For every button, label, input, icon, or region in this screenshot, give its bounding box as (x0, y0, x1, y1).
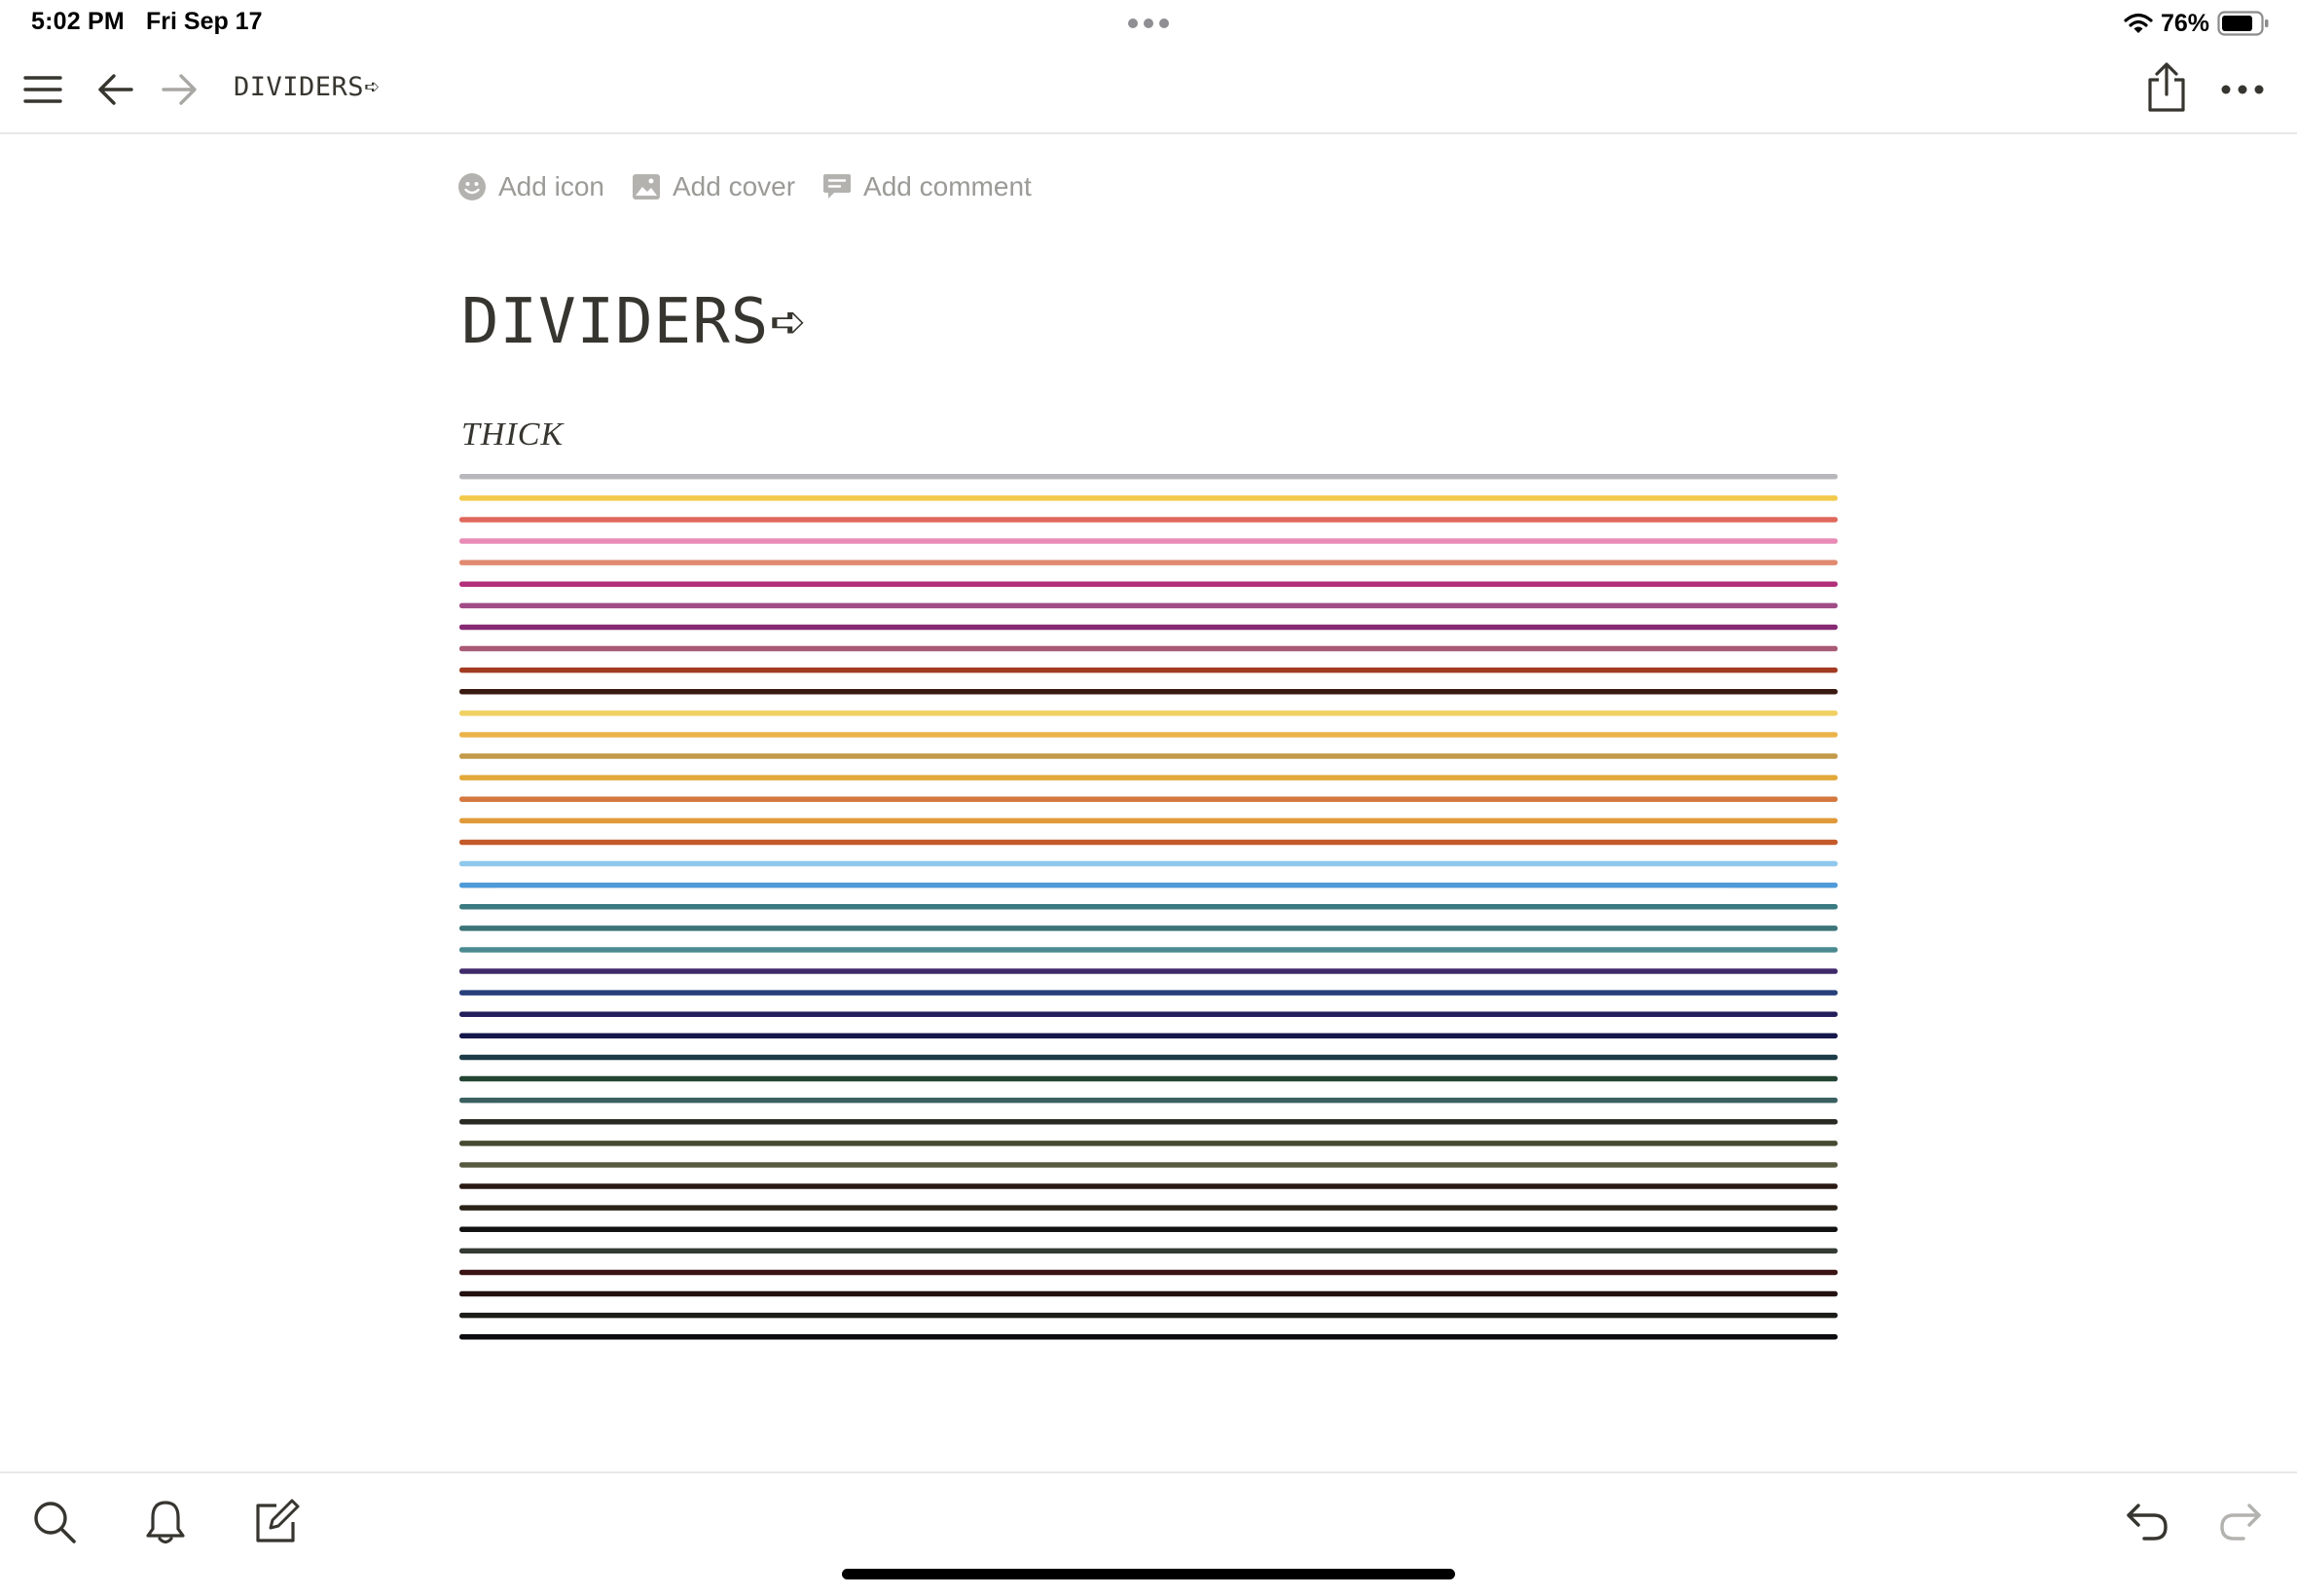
divider-line[interactable] (459, 990, 1838, 996)
wifi-icon (2124, 13, 2153, 33)
divider-line[interactable] (459, 904, 1838, 910)
search-icon (34, 1502, 76, 1543)
divider-line[interactable] (459, 474, 1838, 480)
divider-line[interactable] (459, 796, 1838, 803)
divider-line[interactable] (459, 495, 1838, 501)
divider-line[interactable] (459, 1248, 1838, 1254)
divider-line[interactable] (459, 947, 1838, 953)
add-cover-button[interactable]: Add cover (632, 171, 795, 202)
divider-line[interactable] (459, 817, 1838, 824)
add-icon-button[interactable]: Add icon (457, 171, 604, 202)
menu-button[interactable] (14, 60, 72, 119)
multitask-dots-icon[interactable] (1127, 18, 1170, 29)
divider-line[interactable] (459, 1269, 1838, 1276)
divider-line[interactable] (459, 538, 1838, 544)
divider-line[interactable] (459, 1033, 1838, 1039)
breadcrumb-title[interactable]: DIVIDERS➪ (234, 72, 381, 102)
status-date: Fri Sep 17 (146, 8, 263, 35)
redo-icon (2220, 1504, 2261, 1541)
smiley-icon (458, 173, 486, 200)
add-comment-label: Add comment (863, 171, 1032, 201)
status-time: 5:02 PM (31, 8, 125, 35)
divider-line[interactable] (459, 732, 1838, 738)
search-button[interactable] (23, 1491, 86, 1553)
divider-line[interactable] (459, 560, 1838, 565)
divider-line[interactable] (459, 753, 1838, 759)
share-icon (2148, 62, 2185, 112)
divider-line[interactable] (459, 775, 1838, 780)
compose-icon (256, 1499, 300, 1542)
new-page-button[interactable] (245, 1491, 308, 1553)
divider-line[interactable] (459, 624, 1838, 631)
divider-line[interactable] (459, 1290, 1838, 1297)
divider-line[interactable] (459, 602, 1838, 609)
divider-line[interactable] (459, 689, 1838, 695)
dividers-canvas (459, 474, 1838, 1340)
divider-line[interactable] (459, 710, 1838, 716)
divider-line[interactable] (459, 1141, 1838, 1146)
comment-icon (823, 174, 852, 199)
status-bar: 5:02 PM Fri Sep 17 76% (0, 0, 2297, 47)
divider-line[interactable] (459, 517, 1838, 523)
section-heading[interactable]: THICK (461, 417, 564, 453)
home-indicator[interactable] (842, 1569, 1455, 1579)
more-icon (2221, 85, 2264, 94)
battery-icon (2217, 11, 2269, 36)
redo-button[interactable] (2209, 1491, 2272, 1553)
menu-icon (23, 76, 62, 103)
add-comment-button[interactable]: Add comment (822, 171, 1032, 202)
divider-line[interactable] (459, 1119, 1838, 1125)
divider-line[interactable] (459, 1097, 1838, 1104)
divider-line[interactable] (459, 1183, 1838, 1189)
battery-percent: 76% (2160, 9, 2209, 37)
divider-line[interactable] (459, 1011, 1838, 1018)
divider-line[interactable] (459, 1054, 1838, 1061)
divider-line[interactable] (459, 1205, 1838, 1211)
page-actions: Add icon Add cover Add comment (457, 167, 1059, 206)
bell-icon (146, 1501, 185, 1544)
undo-icon (2127, 1504, 2168, 1541)
divider-line[interactable] (459, 1334, 1838, 1340)
divider-line[interactable] (459, 882, 1838, 889)
back-arrow-icon (98, 74, 133, 105)
add-icon-label: Add icon (498, 171, 604, 201)
page-title[interactable]: DIVIDERS➪ (461, 286, 808, 358)
divider-line[interactable] (459, 839, 1838, 846)
divider-line[interactable] (459, 860, 1838, 867)
share-button[interactable] (2137, 58, 2196, 117)
more-button[interactable] (2213, 60, 2272, 119)
undo-button[interactable] (2116, 1491, 2178, 1553)
top-toolbar: DIVIDERS➪ (0, 47, 2297, 134)
divider-line[interactable] (459, 645, 1838, 652)
status-indicators: 76% (2124, 10, 2270, 37)
divider-line[interactable] (459, 1226, 1838, 1233)
image-icon (632, 174, 660, 200)
divider-line[interactable] (459, 968, 1838, 974)
notifications-button[interactable] (134, 1491, 197, 1553)
add-cover-label: Add cover (672, 171, 796, 201)
thick-dividers (459, 474, 1838, 1340)
forward-button[interactable] (150, 60, 208, 119)
back-button[interactable] (87, 60, 145, 119)
divider-line[interactable] (459, 667, 1838, 673)
divider-line[interactable] (459, 581, 1838, 588)
forward-arrow-icon (162, 74, 197, 105)
divider-line[interactable] (459, 1162, 1838, 1168)
divider-line[interactable] (459, 1075, 1838, 1082)
divider-line[interactable] (459, 1312, 1838, 1319)
divider-line[interactable] (459, 925, 1838, 931)
